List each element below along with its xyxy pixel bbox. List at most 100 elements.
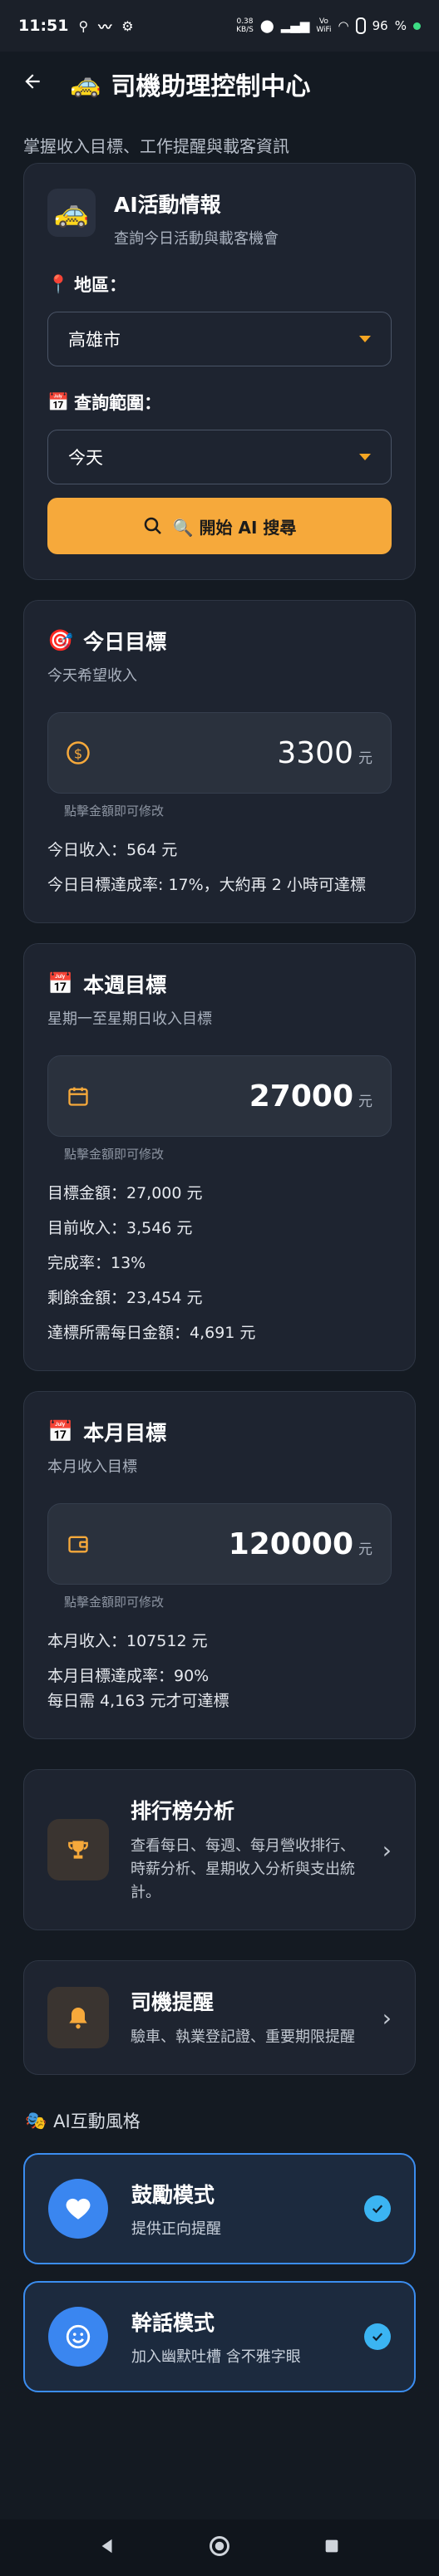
net-speed: 0.38 KB/S [236, 17, 254, 34]
dropdown-caret-icon [359, 454, 371, 460]
range-select-value: 今天 [68, 448, 103, 468]
monthly-amount-field[interactable]: 120000 元 [47, 1503, 392, 1585]
monthly-edit-hint: 點擊金額即可修改 [64, 1595, 165, 1610]
encourage-mode-desc: 提供正向提醒 [131, 2220, 221, 2238]
page-title-text: 司機助理控制中心 [111, 72, 311, 101]
range-label-text: 查詢範圍： [74, 393, 162, 413]
monthly-amount-unit: 元 [358, 1541, 372, 1558]
daily-goal-title: 🎯 今日目標 [47, 626, 392, 656]
taxi-icon: 🚕 [70, 69, 101, 99]
daily-goal-card: 🎯 今日目標 今天希望收入 $ 3300 元 點擊金額即可修改 今日收入：564… [23, 600, 416, 923]
net-speed-unit: KB/S [236, 26, 254, 34]
region-select[interactable]: 高雄市 [47, 312, 392, 366]
ai-card-subtitle: 查詢今日活動與載客機會 [114, 230, 279, 248]
chevron-right-icon: › [382, 2003, 392, 2032]
coin-icon: $ [65, 740, 91, 766]
weekly-line-income: 目前收入：3,546 元 [47, 1219, 193, 1237]
weekly-goal-card: 📅 本週目標 星期一至星期日收入目標 27000 元 點擊金額即可修改 目標金額… [23, 943, 416, 1371]
system-nav-bar [0, 2519, 439, 2576]
wave-icon: 〰 [98, 19, 112, 35]
daily-edit-hint: 點擊金額即可修改 [64, 804, 165, 819]
weekly-amount-value: 27000 元 [249, 1079, 372, 1113]
trophy-icon [47, 1819, 109, 1880]
vowifi-bottom: WiFi [316, 26, 332, 34]
theater-masks-icon: 🎭 [25, 2110, 47, 2131]
monthly-goal-subtitle: 本月收入目標 [47, 1458, 137, 1476]
heart-icon [48, 2179, 108, 2239]
ai-style-label-text: AI互動風格 [53, 2111, 141, 2131]
nav-home-icon[interactable] [208, 2534, 231, 2561]
battery-level: 96 [372, 18, 388, 33]
monthly-amount-value: 120000 元 [229, 1527, 372, 1561]
monthly-income-line: 本月收入：107512 元 [47, 1632, 208, 1650]
wallet-icon [65, 1531, 91, 1557]
sarcastic-mode-title: 幹話模式 [131, 2311, 215, 2335]
monthly-goal-title: 📅 本月目標 [47, 1417, 392, 1447]
reminder-desc: 驗車、執業登記證、重要期限提醒 [131, 2028, 355, 2046]
battery-icon [355, 17, 366, 34]
calendar-icon: 📅 [47, 391, 70, 412]
check-circle-icon [364, 2195, 391, 2222]
weekly-goal-subtitle: 星期一至星期日收入目標 [47, 1010, 212, 1028]
status-bar: 11:51 ⚲ 〰 ⚙ 0.38 KB/S ⬤ ▂▄▆ Vo WiFi ◠ 96… [0, 0, 439, 52]
battery-percent-sign: % [394, 18, 407, 33]
weekly-edit-hint: 點擊金額即可修改 [64, 1147, 165, 1162]
nav-recents-icon[interactable] [323, 2537, 341, 2559]
nav-back-icon[interactable] [98, 2537, 116, 2559]
ai-search-button[interactable]: 🔍 開始 AI 搜尋 [47, 498, 392, 554]
reminder-title: 司機提醒 [131, 1990, 215, 2014]
pin-icon: 📍 [47, 273, 70, 294]
daily-rate-line: 今日目標達成率: 17%，大約再 2 小時可達標 [47, 876, 366, 894]
notification-dot [413, 22, 421, 30]
calendar-icon: 📅 [47, 1419, 74, 1443]
monthly-amount-number: 120000 [228, 1526, 353, 1561]
svg-text:$: $ [74, 745, 82, 761]
monthly-rate-line: 本月目標達成率：90% [47, 1667, 210, 1685]
location-icon: ⬤ [259, 18, 274, 33]
sarcastic-mode-option[interactable]: 幹話模式 加入幽默吐槽 含不雅字眼 [23, 2281, 416, 2392]
encourage-mode-option[interactable]: 鼓勵模式 提供正向提醒 [23, 2153, 416, 2264]
calendar-month-icon [65, 1083, 91, 1109]
driver-reminder-card[interactable]: 司機提醒 驗車、執業登記證、重要期限提醒 › [23, 1960, 416, 2075]
taxi-icon: 🚕 [47, 189, 96, 237]
daily-amount-number: 3300 [277, 735, 353, 770]
page-subtitle: 掌握收入目標、工作提醒與載客資訊 [23, 136, 289, 156]
wifi-icon: ◠ [338, 18, 349, 33]
region-label-text: 地區： [74, 275, 127, 295]
vowifi-top: Vo [318, 17, 328, 26]
ranking-analysis-card[interactable]: 排行榜分析 查看每日、每週、每月營收排行、時薪分析、星期收入分析與支出統計。 › [23, 1769, 416, 1930]
weekly-line-rate: 完成率：13% [47, 1254, 146, 1272]
back-arrow-icon[interactable] [22, 70, 45, 99]
range-label: 📅 查詢範圍： [47, 390, 392, 415]
ai-card-header: 🚕 AI活動情報 查詢今日活動與載客機會 [47, 189, 392, 248]
weekly-amount-number: 27000 [249, 1079, 353, 1113]
calendar-icon: 📅 [47, 971, 74, 995]
bell-icon [47, 1987, 109, 2048]
encourage-mode-title: 鼓勵模式 [131, 2183, 215, 2207]
signal-icon: ▂▄▆ [280, 18, 310, 33]
travel-explore-icon [144, 517, 161, 534]
net-speed-value: 0.38 [236, 17, 254, 26]
daily-income-line: 今日收入：564 元 [47, 841, 178, 859]
smiley-icon [48, 2307, 108, 2367]
dropdown-caret-icon [359, 336, 371, 342]
weekly-line-target: 目標金額：27,000 元 [47, 1184, 203, 1202]
monthly-daily-need-line: 每日需 4,163 元才可達標 [47, 1692, 229, 1710]
app-bar: 🚕 司機助理控制中心 [0, 52, 439, 116]
ai-search-button-label: 🔍 開始 AI 搜尋 [172, 517, 297, 538]
monthly-goal-card: 📅 本月目標 本月收入目標 120000 元 點擊金額即可修改 本月收入：107… [23, 1391, 416, 1739]
chevron-right-icon: › [382, 1836, 392, 1864]
daily-amount-field[interactable]: $ 3300 元 [47, 712, 392, 794]
weekly-line-remaining: 剩餘金額：23,454 元 [47, 1289, 203, 1307]
daily-goal-title-text: 今日目標 [83, 630, 167, 654]
weekly-line-daily-need: 達標所需每日金額：4,691 元 [47, 1324, 256, 1342]
link-icon: ⚲ [78, 17, 89, 34]
page-title: 🚕 司機助理控制中心 [70, 66, 310, 102]
daily-goal-subtitle: 今天希望收入 [47, 667, 137, 685]
weekly-amount-field[interactable]: 27000 元 [47, 1055, 392, 1137]
status-time: 11:51 [18, 17, 69, 35]
ranking-desc: 查看每日、每週、每月營收排行、時薪分析、星期收入分析與支出統計。 [131, 1837, 355, 1901]
range-select[interactable]: 今天 [47, 430, 392, 484]
monthly-goal-title-text: 本月目標 [83, 1421, 167, 1445]
vowifi-label: Vo WiFi [316, 17, 331, 34]
